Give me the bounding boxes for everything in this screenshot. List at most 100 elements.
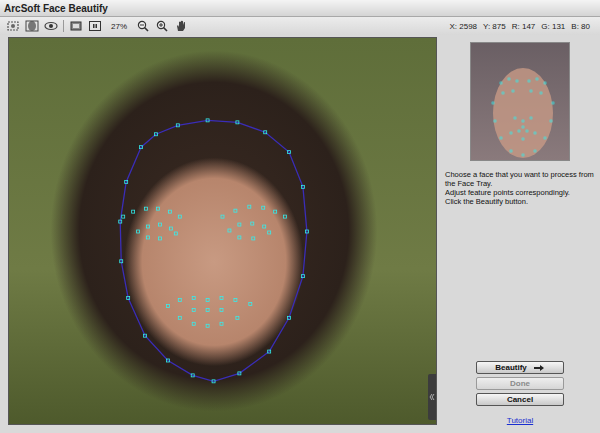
feature-point[interactable] — [262, 206, 265, 209]
pixel-info-item: B: 80 — [571, 22, 590, 31]
photo — [9, 38, 436, 424]
button-group: Beautify Done Cancel — [476, 361, 564, 406]
pixel-info: X: 2598 Y: 875 R: 147 G: 131 B: 80 — [449, 22, 590, 31]
feature-point[interactable] — [147, 225, 150, 228]
app-window: ArcSoft Face Beautify 27% X: 2598 Y: 875 R… — [0, 0, 600, 433]
feature-point[interactable] — [158, 223, 161, 226]
feature-point[interactable] — [140, 146, 143, 149]
feature-point[interactable] — [228, 229, 231, 232]
title-bar: ArcSoft Face Beautify — [0, 0, 600, 17]
feature-point[interactable] — [288, 151, 291, 154]
feature-point[interactable] — [234, 209, 237, 212]
action-button[interactable]: Cancel — [476, 393, 564, 406]
face-tray-thumbnail[interactable] — [470, 42, 570, 161]
feature-point[interactable] — [191, 374, 194, 377]
feature-point[interactable] — [156, 207, 159, 210]
pixel-info-item: X: 2598 — [449, 22, 477, 31]
feature-point[interactable] — [192, 296, 195, 299]
instruction-line: Adjust feature points correspondingly. — [445, 188, 596, 197]
feature-point[interactable] — [169, 227, 172, 230]
instruction-line: Click the Beautify button. — [445, 197, 596, 206]
feature-point[interactable] — [284, 215, 287, 218]
feature-point[interactable] — [137, 230, 140, 233]
feature-point[interactable] — [192, 322, 195, 325]
zoom-level: 27% — [111, 22, 127, 31]
pixel-info-item: Y: 875 — [483, 22, 506, 31]
feature-point[interactable] — [166, 359, 169, 362]
feature-point[interactable] — [268, 231, 271, 234]
feature-point[interactable] — [264, 131, 267, 134]
feature-point[interactable] — [132, 210, 135, 213]
feature-point[interactable] — [288, 316, 291, 319]
feature-point[interactable] — [206, 324, 209, 327]
tutorial-link[interactable]: Tutorial — [507, 416, 533, 425]
feature-point[interactable] — [147, 236, 150, 239]
face-detect-icon[interactable] — [25, 20, 39, 32]
select-face-icon[interactable] — [6, 20, 20, 32]
feature-point[interactable] — [236, 121, 239, 124]
feature-point[interactable] — [206, 308, 209, 311]
feature-point[interactable] — [206, 119, 209, 122]
feature-point[interactable] — [154, 133, 157, 136]
action-button[interactable]: Done — [476, 377, 564, 390]
feature-point[interactable] — [220, 296, 223, 299]
photo-canvas[interactable] — [8, 37, 437, 425]
feature-point[interactable] — [248, 205, 251, 208]
feature-point[interactable] — [178, 298, 181, 301]
feature-point[interactable] — [263, 225, 266, 228]
feature-point[interactable] — [206, 298, 209, 301]
face-feature-overlay[interactable] — [9, 38, 436, 424]
feature-point[interactable] — [268, 350, 271, 353]
feature-point[interactable] — [144, 334, 147, 337]
feature-point[interactable] — [122, 215, 125, 218]
feature-point[interactable] — [212, 380, 215, 383]
actual-size-icon[interactable] — [88, 20, 102, 32]
face-contour[interactable] — [120, 120, 307, 381]
feature-point[interactable] — [120, 260, 123, 263]
feature-point[interactable] — [238, 372, 241, 375]
chevron-left-icon[interactable] — [429, 393, 435, 401]
zoom-out-icon[interactable] — [136, 20, 150, 32]
feature-point[interactable] — [251, 222, 254, 225]
feature-point[interactable] — [168, 210, 171, 213]
pixel-info-item: G: 131 — [541, 22, 565, 31]
instructions: Choose a face that you want to process f… — [440, 161, 600, 206]
feature-point[interactable] — [236, 316, 239, 319]
feature-point[interactable] — [176, 124, 179, 127]
feature-point[interactable] — [145, 207, 148, 210]
feature-point[interactable] — [125, 180, 128, 183]
feature-point[interactable] — [274, 210, 277, 213]
main-area: Choose a face that you want to process f… — [0, 35, 600, 433]
side-panel: Choose a face that you want to process f… — [440, 35, 600, 433]
toolbar: 27% X: 2598 Y: 875 R: 147 G: 131 B: 80 — [0, 17, 600, 35]
feature-point[interactable] — [305, 230, 308, 233]
feature-point[interactable] — [220, 322, 223, 325]
feature-point[interactable] — [221, 215, 224, 218]
toolbar-separator — [63, 20, 64, 32]
feature-point[interactable] — [127, 296, 130, 299]
eye-icon[interactable] — [44, 20, 58, 32]
feature-point[interactable] — [249, 302, 252, 305]
action-button[interactable]: Beautify — [476, 361, 564, 374]
zoom-in-icon[interactable] — [155, 20, 169, 32]
feature-point[interactable] — [238, 223, 241, 226]
window-title: ArcSoft Face Beautify — [4, 3, 108, 14]
pixel-info-item: R: 147 — [512, 22, 536, 31]
feature-point[interactable] — [301, 185, 304, 188]
feature-point[interactable] — [178, 215, 181, 218]
collapse-handle[interactable] — [428, 374, 436, 420]
hand-icon[interactable] — [174, 20, 188, 32]
feature-point[interactable] — [158, 237, 161, 240]
feature-point[interactable] — [119, 220, 122, 223]
arrow-right-icon — [533, 364, 545, 372]
feature-point[interactable] — [252, 237, 255, 240]
feature-point[interactable] — [178, 316, 181, 319]
feature-point[interactable] — [234, 298, 237, 301]
feature-point[interactable] — [220, 308, 223, 311]
feature-point[interactable] — [174, 232, 177, 235]
feature-point[interactable] — [301, 275, 304, 278]
feature-point[interactable] — [192, 308, 195, 311]
feature-point[interactable] — [238, 236, 241, 239]
fit-window-icon[interactable] — [69, 20, 83, 32]
feature-point[interactable] — [166, 304, 169, 307]
